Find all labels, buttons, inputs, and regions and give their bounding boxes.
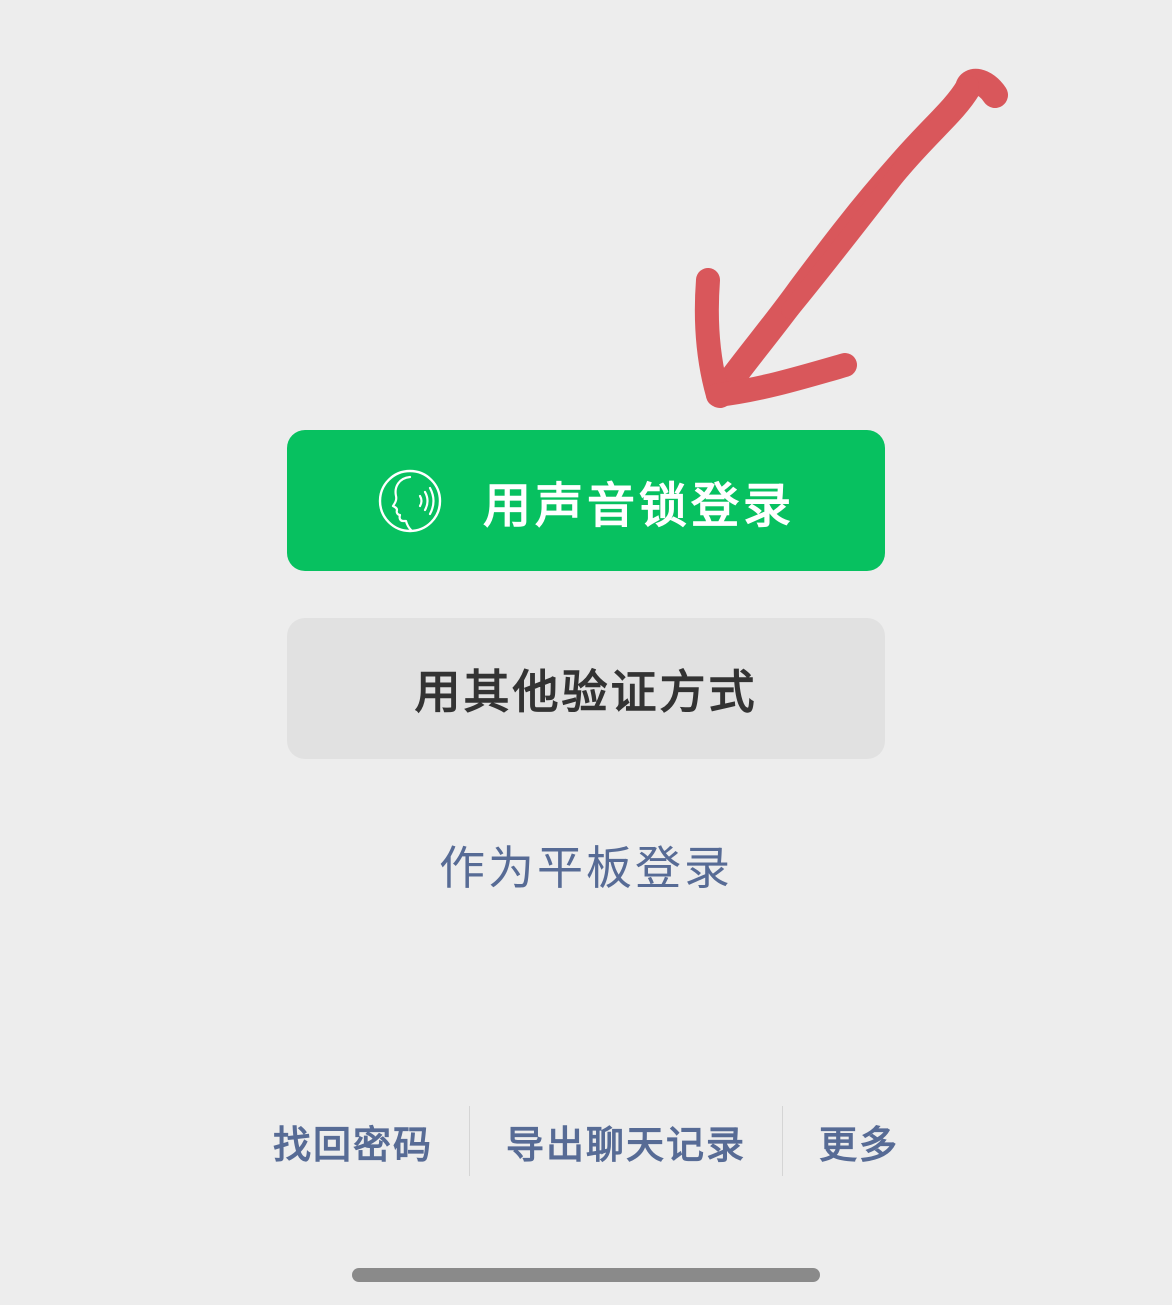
recover-password-link[interactable]: 找回密码 [237, 1114, 469, 1169]
home-indicator[interactable] [352, 1268, 820, 1282]
other-verification-label: 用其他验证方式 [414, 664, 758, 719]
footer-links: 找回密码 导出聊天记录 更多 [0, 1106, 1172, 1176]
annotation-arrow [694, 68, 1008, 408]
more-link[interactable]: 更多 [783, 1114, 935, 1169]
other-verification-button[interactable]: 用其他验证方式 [287, 618, 885, 759]
login-screen: 用声音锁登录 用其他验证方式 作为平板登录 找回密码 导出聊天记录 更多 [0, 0, 1172, 1305]
voice-face-icon [378, 469, 442, 532]
voice-lock-login-label: 用声音锁登录 [482, 477, 795, 534]
voice-lock-login-button[interactable]: 用声音锁登录 [287, 430, 885, 571]
export-chat-history-link[interactable]: 导出聊天记录 [470, 1114, 782, 1169]
tablet-login-link[interactable]: 作为平板登录 [0, 832, 1172, 898]
